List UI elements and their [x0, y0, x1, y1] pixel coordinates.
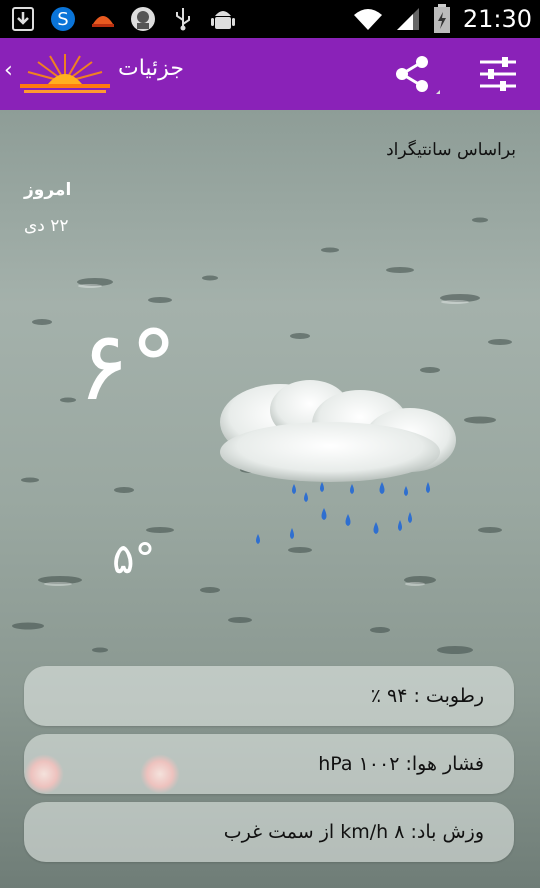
back-chevron-icon[interactable]: ‹ [4, 58, 13, 83]
svg-text:S: S [57, 9, 68, 30]
wind-text: وزش باد: ۸ km/h از سمت غرب [223, 821, 484, 843]
settings-sliders-icon[interactable] [478, 54, 518, 94]
page-title: جزئیات [118, 56, 184, 81]
usb-icon [176, 8, 190, 31]
temp-high: ۶° [78, 310, 178, 422]
android-debug-icon [211, 11, 235, 29]
pressure-text: فشار هوا: ۱۰۰۲ hPa [318, 753, 484, 775]
weather-detail-panel: براساس سانتیگراد امروز ۲۲ دی ۶° ۵° رطوبت… [0, 110, 540, 888]
temp-low: ۵° [112, 534, 156, 583]
clock: 21:30 [462, 5, 532, 33]
action-bar: ‹ جزئیات [0, 38, 540, 110]
day-date: ۲۲ دی [24, 216, 69, 236]
s-app-icon: S [51, 7, 75, 31]
signal-icon [396, 8, 419, 30]
avatar-app-icon [131, 7, 155, 31]
unit-label: براساس سانتیگراد [386, 140, 516, 160]
day-label: امروز [24, 180, 72, 200]
pressure-card: فشار هوا: ۱۰۰۲ hPa [24, 734, 514, 794]
rain-cloud-icon [220, 380, 456, 544]
battery-icon [433, 4, 450, 33]
sun-app-icon [92, 16, 114, 27]
humidity-card: رطوبت : ۹۴ ٪ [24, 666, 514, 726]
download-icon [12, 7, 34, 31]
wifi-icon [353, 9, 382, 30]
humidity-text: رطوبت : ۹۴ ٪ [370, 685, 484, 707]
share-icon[interactable] [392, 54, 442, 102]
wind-card: وزش باد: ۸ km/h از سمت غرب [24, 802, 514, 862]
status-bar: S 21:30 [0, 0, 540, 38]
sunrise-logo-icon[interactable] [20, 52, 110, 96]
